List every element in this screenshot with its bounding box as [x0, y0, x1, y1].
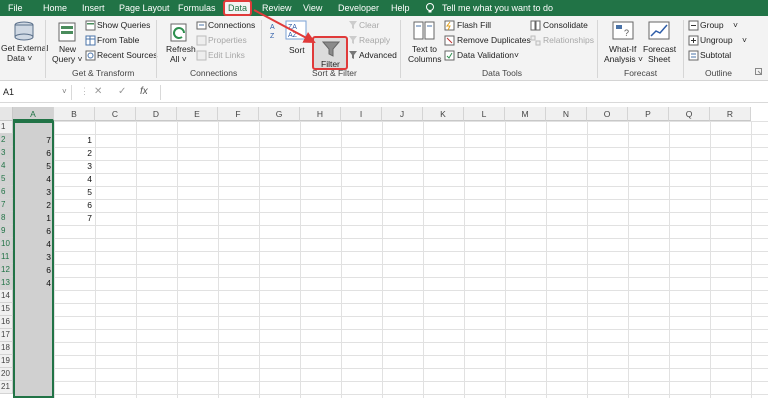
row-header-17[interactable]: 17 — [0, 329, 13, 342]
column-header-d[interactable]: D — [136, 107, 177, 121]
row-header-4[interactable]: 4 — [0, 160, 13, 173]
column-header-q[interactable]: Q — [669, 107, 710, 121]
row-header-13[interactable]: 13 — [0, 277, 13, 290]
column-header-e[interactable]: E — [177, 107, 218, 121]
insert-function-icon[interactable]: fx — [140, 86, 148, 97]
cell-b8[interactable]: 7 — [54, 212, 92, 225]
cell-a4[interactable]: 5 — [13, 160, 51, 173]
enter-icon[interactable]: ✓ — [118, 86, 126, 97]
column-header-l[interactable]: L — [464, 107, 505, 121]
row-header-21[interactable]: 21 — [0, 381, 13, 394]
column-header-b[interactable]: B — [54, 107, 95, 121]
cell-a2[interactable]: 7 — [13, 134, 51, 147]
cell-a6[interactable]: 3 — [13, 186, 51, 199]
cell-a8[interactable]: 1 — [13, 212, 51, 225]
cell-a11[interactable]: 3 — [13, 251, 51, 264]
column-header-n[interactable]: N — [546, 107, 587, 121]
cell-b4[interactable]: 3 — [54, 160, 92, 173]
row-header-11[interactable]: 11 — [0, 251, 13, 264]
column-header-a[interactable]: A — [13, 107, 54, 121]
row-header-6[interactable]: 6 — [0, 186, 13, 199]
column-header-c[interactable]: C — [95, 107, 136, 121]
row-header-14[interactable]: 14 — [0, 290, 13, 303]
cell-b5[interactable]: 4 — [54, 173, 92, 186]
row-header-1[interactable]: 1 — [0, 121, 13, 134]
cell-b6[interactable]: 5 — [54, 186, 92, 199]
formula-bar: A1 ˅ ⋮ ✕ ✓ fx — [0, 84, 768, 103]
name-box-dropdown-icon[interactable]: ˅ — [62, 87, 67, 96]
cell-a9[interactable]: 6 — [13, 225, 51, 238]
worksheet-grid: ABCDEFGHIJKLMNOPQR 1 2 3 4 5 6 7 8 9 10 11 12 13 14 15… — [0, 107, 768, 398]
row-header-2[interactable]: 2 — [0, 134, 13, 147]
row-header-20[interactable]: 20 — [0, 368, 13, 381]
row-header-3[interactable]: 3 — [0, 147, 13, 160]
row-header-8[interactable]: 8 — [0, 212, 13, 225]
row-header-15[interactable]: 15 — [0, 303, 13, 316]
cell-a13[interactable]: 4 — [13, 277, 51, 290]
cell-b3[interactable]: 2 — [54, 147, 92, 160]
column-header-k[interactable]: K — [423, 107, 464, 121]
column-header-p[interactable]: P — [628, 107, 669, 121]
column-header-g[interactable]: G — [259, 107, 300, 121]
row-header-12[interactable]: 12 — [0, 264, 13, 277]
cell-a3[interactable]: 6 — [13, 147, 51, 160]
cancel-icon[interactable]: ✕ — [94, 86, 102, 97]
cell-a5[interactable]: 4 — [13, 173, 51, 186]
cell-b7[interactable]: 6 — [54, 199, 92, 212]
column-header-r[interactable]: R — [710, 107, 751, 121]
cell-a10[interactable]: 4 — [13, 238, 51, 251]
cell-b2[interactable]: 1 — [54, 134, 92, 147]
cell-area[interactable] — [13, 121, 768, 398]
row-header-5[interactable]: 5 — [0, 173, 13, 186]
row-header-16[interactable]: 16 — [0, 316, 13, 329]
column-header-o[interactable]: O — [587, 107, 628, 121]
column-header-h[interactable]: H — [300, 107, 341, 121]
cell-a12[interactable]: 6 — [13, 264, 51, 277]
row-header-18[interactable]: 18 — [0, 342, 13, 355]
column-header-m[interactable]: M — [505, 107, 546, 121]
column-header-i[interactable]: I — [341, 107, 382, 121]
row-header-9[interactable]: 9 — [0, 225, 13, 238]
more-options-icon[interactable]: ⋮ — [80, 86, 89, 97]
formula-input[interactable] — [160, 85, 767, 100]
select-all-corner[interactable] — [0, 107, 13, 121]
column-header-j[interactable]: J — [382, 107, 423, 121]
cell-a7[interactable]: 2 — [13, 199, 51, 212]
row-header-10[interactable]: 10 — [0, 238, 13, 251]
column-header-f[interactable]: F — [218, 107, 259, 121]
row-header-7[interactable]: 7 — [0, 199, 13, 212]
row-header-19[interactable]: 19 — [0, 355, 13, 368]
